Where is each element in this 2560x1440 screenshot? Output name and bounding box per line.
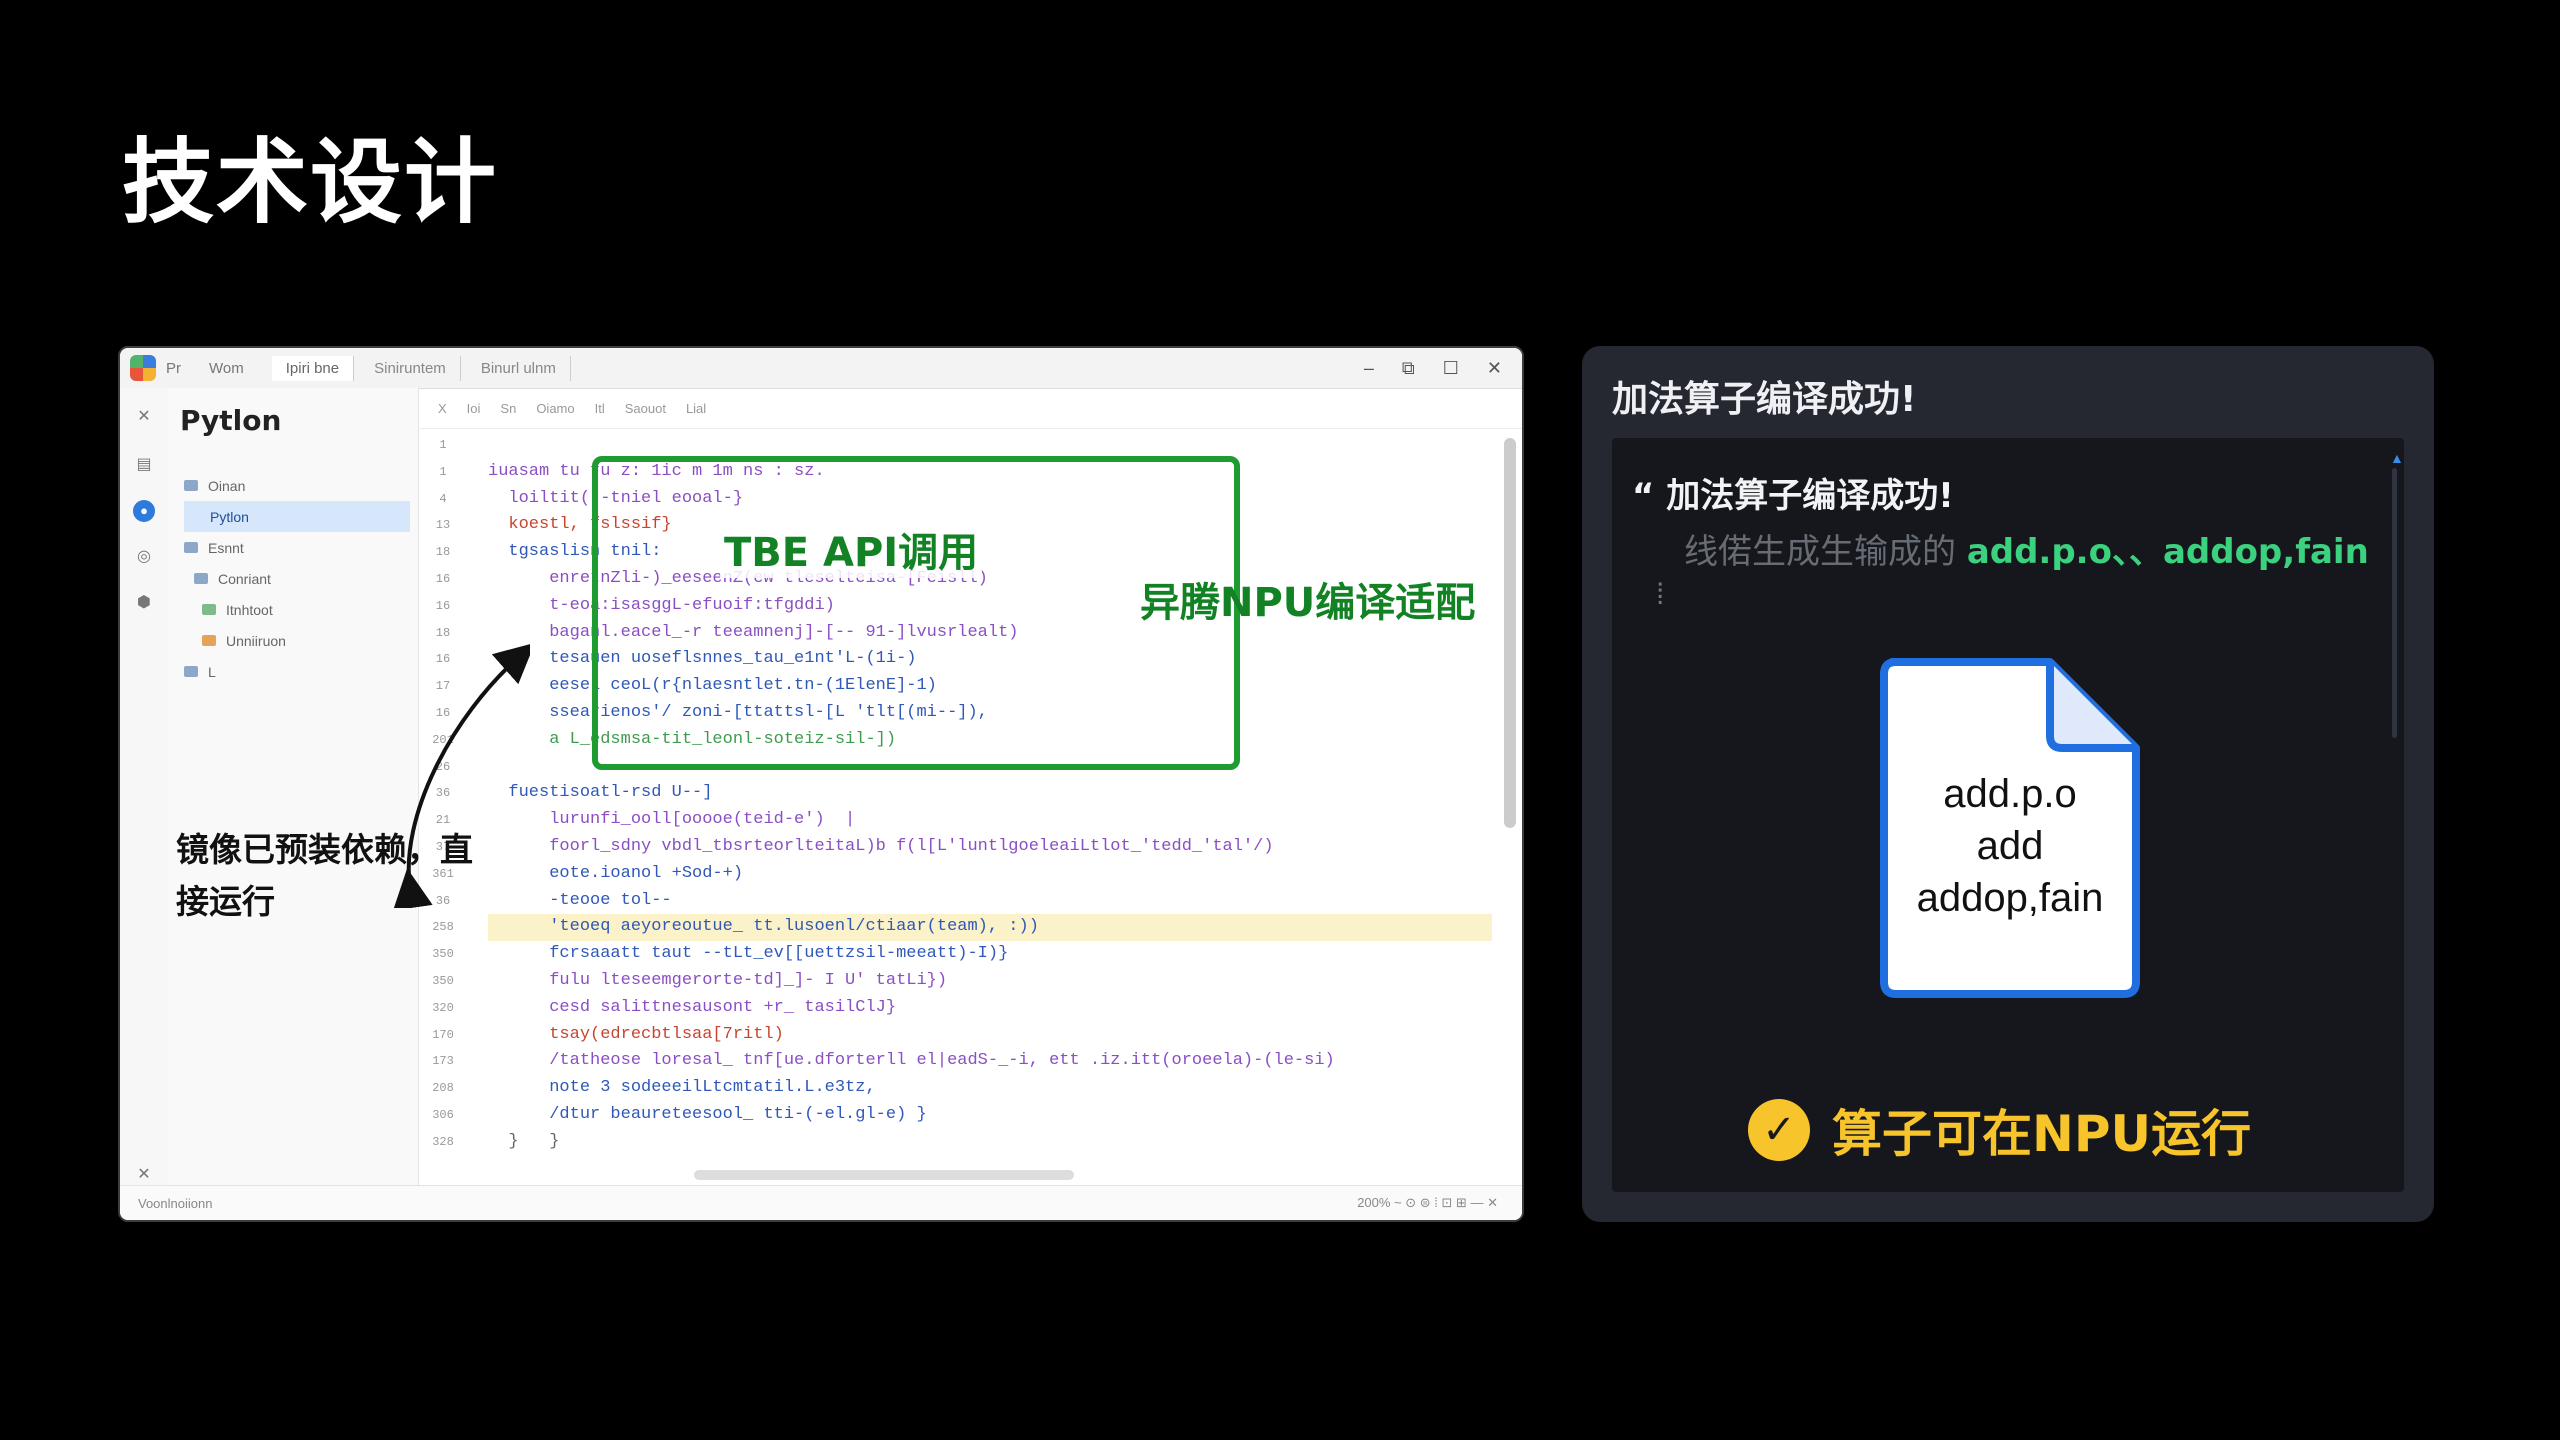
status-bar: Voonlnoiionn 200% ~ ⊙ ⊜ ⁞ ⊡ ⊞ ― ✕ [120, 1185, 1522, 1220]
tbe-api-label: TBE API调用 [720, 520, 983, 578]
line-number: 13 [435, 518, 451, 533]
tree-item[interactable]: Oinan [184, 470, 410, 501]
file-icon [202, 635, 216, 646]
file-icon [184, 542, 198, 553]
menu-item[interactable]: Pr [166, 360, 181, 377]
toolbar-item[interactable]: Sn [500, 401, 516, 416]
horizontal-scrollbar[interactable] [694, 1170, 1074, 1180]
file-icon-label: add.p.o add addop,fain [1916, 772, 2104, 920]
app-logo [130, 355, 156, 381]
line-number: 328 [432, 1134, 454, 1149]
toolbar-item[interactable]: X [438, 401, 447, 416]
code-line[interactable]: /dtur beaureteesool_ tti-(-el.gl-e) } [488, 1102, 1492, 1129]
line-number: 1 [439, 438, 447, 452]
line-number: 208 [432, 1081, 454, 1096]
menu-item[interactable]: Wom [209, 360, 244, 377]
search-icon[interactable]: ◎ [133, 546, 155, 568]
code-line[interactable]: fcrsaaatt taut --tLt_ev[[uettzsil-meeatt… [488, 941, 1492, 968]
close-icon[interactable]: ✕ [1487, 358, 1502, 379]
tree-item-selected[interactable]: Pytlon [184, 501, 410, 532]
code-line[interactable] [488, 432, 1492, 459]
ide-titlebar: Pr Wom Ipiri bne Siniruntem Binurl ulnm … [120, 348, 1522, 389]
status-right: 200% ~ ⊙ ⊜ ⁞ ⊡ ⊞ ― ✕ [1357, 1195, 1498, 1210]
vertical-scrollbar[interactable] [1504, 438, 1516, 828]
line-number: 320 [432, 1000, 454, 1015]
line-number: 16 [435, 571, 451, 586]
close-explorer-icon[interactable]: ✕ [133, 406, 155, 428]
tree-item[interactable]: Esnnt [184, 532, 410, 563]
slide-title: 技术设计 [122, 129, 499, 236]
line-number: 170 [432, 1027, 454, 1042]
terminal-line: 线偌生成生输成的 add.p.o、、addop,fain [1684, 532, 2369, 572]
editor-tab[interactable]: Ipiri bne [271, 355, 355, 381]
npu-adaptation-label: 异腾NPU编译适配 [1140, 580, 1476, 626]
restore-icon[interactable]: ⧉ [1402, 358, 1415, 379]
terminal-output: “ 加法算子编译成功! 线偌生成生输成的 add.p.o、、addop,fain… [1612, 438, 2404, 1192]
maximize-icon[interactable]: ☐ [1443, 358, 1459, 379]
code-line[interactable]: eote.ioanol +Sod-+) [488, 861, 1492, 888]
toolbar-item[interactable]: Ioi [467, 401, 481, 416]
ide-window: Pr Wom Ipiri bne Siniruntem Binurl ulnm … [118, 346, 1524, 1222]
code-line[interactable]: } } [488, 1129, 1492, 1156]
code-line[interactable]: foorl_sdny vbdl_tbsrteorlteitaL)b f(l[L'… [488, 834, 1492, 861]
line-number: 173 [432, 1054, 454, 1069]
scroll-up-icon[interactable]: ▲ [2390, 450, 2404, 466]
line-number: 4 [439, 491, 447, 506]
folder-icon [184, 480, 198, 491]
terminal-scrollbar[interactable]: ▲ [2390, 450, 2404, 750]
code-line[interactable]: tsay(edrecbtlsaa[7ritl) [488, 1022, 1492, 1049]
result-panel: 加法算子编译成功! “ 加法算子编译成功! 线偌生成生输成的 add.p.o、、… [1582, 346, 2434, 1222]
explorer-title: Pytlon [180, 404, 282, 437]
code-line[interactable]: 'teoeq aeyoreoutue_ tt.lusoenl/ctiaar(te… [488, 914, 1492, 942]
toolbar-item[interactable]: Itl [595, 401, 605, 416]
code-line[interactable]: /tatheose loresal_ tnf[ue.dforterll el|e… [488, 1048, 1492, 1075]
line-number: 350 [432, 947, 454, 962]
output-files: add.p.o、、addop,fain [1966, 532, 2369, 572]
toolbar-item[interactable]: Lial [686, 401, 706, 416]
code-line[interactable]: note 3 sodeeeilLtcmtatil.L.e3tz, [488, 1075, 1492, 1102]
line-number: 18 [435, 545, 451, 560]
settings-icon[interactable]: ✕ [133, 1164, 155, 1186]
activity-bar: ✕ ▤ ● ◎ ⬢ ✕ [120, 388, 169, 1186]
code-line[interactable]: -teooe tol-- [488, 888, 1492, 915]
files-icon[interactable]: ▤ [133, 454, 155, 476]
line-number: 306 [432, 1107, 454, 1122]
success-message: ✓ 算子可在NPU运行 [1748, 1094, 2251, 1166]
toolbar-item[interactable]: Saouot [625, 401, 666, 416]
line-number: 1 [439, 464, 447, 479]
status-left: Voonlnoiionn [138, 1195, 213, 1211]
terminal-line: “ 加法算子编译成功! [1632, 476, 1954, 516]
toolbar-item[interactable]: Oiamo [536, 401, 574, 416]
file-icon [202, 604, 216, 615]
editor-tab[interactable]: Siniruntem [360, 355, 461, 381]
terminal-cursor: ⁞ [1656, 578, 1665, 611]
tree-item[interactable]: Conriant [184, 563, 410, 594]
code-line[interactable]: lurunfi_ooll[ooooe(teid-e') | [488, 807, 1492, 834]
file-icon [184, 666, 198, 677]
python-icon[interactable]: ● [133, 500, 155, 522]
file-icon [194, 573, 208, 584]
editor-toolbar: X Ioi Sn Oiamo Itl Saouot Lial [418, 388, 1522, 429]
preinstalled-note: 镜像已预装依赖，直接运行 [176, 830, 473, 921]
code-line[interactable]: cesd salittnesausont +r_ tasilClJ} [488, 995, 1492, 1022]
editor-tab[interactable]: Binurl ulnm [467, 355, 571, 381]
panel-header: 加法算子编译成功! [1612, 379, 1917, 420]
minimize-icon[interactable]: – [1364, 358, 1374, 379]
line-number: 350 [432, 973, 454, 988]
code-line[interactable]: fulu lteseemgerorte-td]_]- I U' tatLi}) [488, 968, 1492, 995]
checkmark-icon: ✓ [1748, 1099, 1810, 1161]
window-controls: – ⧉ ☐ ✕ [1364, 358, 1522, 379]
extensions-icon[interactable]: ⬢ [133, 592, 155, 614]
code-line[interactable]: fuestisoatl-rsd U--] [488, 780, 1492, 807]
